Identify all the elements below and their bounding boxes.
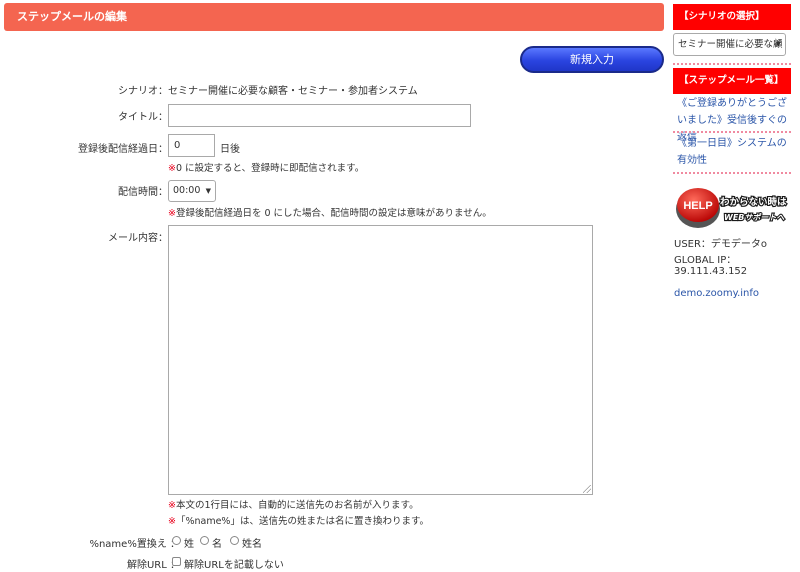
divider xyxy=(673,63,791,65)
page-title: ステップメールの編集 xyxy=(17,10,127,23)
title-label: タイトル： xyxy=(118,112,168,123)
page-header: ステップメールの編集 xyxy=(4,3,664,31)
radio-mei[interactable] xyxy=(200,536,209,545)
radio-mei-label: 名 xyxy=(212,539,222,550)
divider xyxy=(673,131,791,133)
stepmail-item-2[interactable]: 《第一日目》システムの有効性 xyxy=(677,135,791,169)
domain-link[interactable]: demo.zoomy.info xyxy=(674,288,759,299)
chevron-down-icon: ▼ xyxy=(775,40,781,48)
days-label: 登録後配信経過日： xyxy=(78,144,168,155)
time-label: 配信時間： xyxy=(118,187,168,198)
radio-sei[interactable] xyxy=(172,536,181,545)
time-select[interactable]: 00:00 ▼ xyxy=(168,180,216,202)
body-note-2: ※「%name%」は、送信先の姓または名に置き換わります。 xyxy=(168,516,430,527)
help-support-banner[interactable]: HELP わからない時は WEBサポートへ xyxy=(674,184,794,230)
days-input[interactable] xyxy=(168,134,215,157)
stepmail-list-heading: 【ステップメール一覧】 xyxy=(673,68,791,94)
svg-text:わからない時は: わからない時は xyxy=(720,196,787,208)
unsubscribe-checkbox[interactable] xyxy=(172,557,181,566)
time-note: ※登録後配信経過日を 0 にした場合、配信時間の設定は意味がありません。 xyxy=(168,208,492,219)
body-label: メール内容： xyxy=(108,233,168,244)
global-ip-value: 39.111.43.152 xyxy=(674,266,748,277)
radio-seimei-label: 姓名 xyxy=(242,539,262,550)
new-entry-button[interactable]: 新規入力 xyxy=(520,46,664,73)
scenario-select[interactable]: セミナー開催に必要な顧 ▼ xyxy=(673,33,786,56)
radio-seimei[interactable] xyxy=(230,536,239,545)
global-ip-label: GLOBAL IP： xyxy=(674,255,737,266)
body-note-1: ※本文の1行目には、自動的に送信先のお名前が入ります。 xyxy=(168,500,419,511)
scenario-select-heading: 【シナリオの選択】 xyxy=(673,4,791,30)
scenario-value: セミナー開催に必要な顧客・セミナー・参加者システム xyxy=(168,86,418,97)
svg-text:WEBサポートへ: WEBサポートへ xyxy=(724,213,785,222)
scenario-label: シナリオ： xyxy=(118,86,168,97)
divider xyxy=(673,172,791,174)
unsubscribe-checkbox-label: 解除URLを記載しない xyxy=(184,560,284,571)
title-input[interactable] xyxy=(168,104,471,127)
user-info: USER：デモデータo xyxy=(674,239,768,250)
help-badge-icon: HELP わからない時は WEBサポートへ xyxy=(676,188,788,228)
svg-text:HELP: HELP xyxy=(683,200,712,212)
chevron-down-icon: ▼ xyxy=(205,187,211,195)
mail-body-textarea[interactable] xyxy=(168,225,593,495)
days-note: ※0 に設定すると、登録時に即配信されます。 xyxy=(168,163,365,174)
radio-sei-label: 姓 xyxy=(184,539,194,550)
name-replace-label: %name%置換え ： xyxy=(89,539,180,550)
days-unit: 日後 xyxy=(220,144,240,155)
resize-handle[interactable] xyxy=(583,485,591,493)
